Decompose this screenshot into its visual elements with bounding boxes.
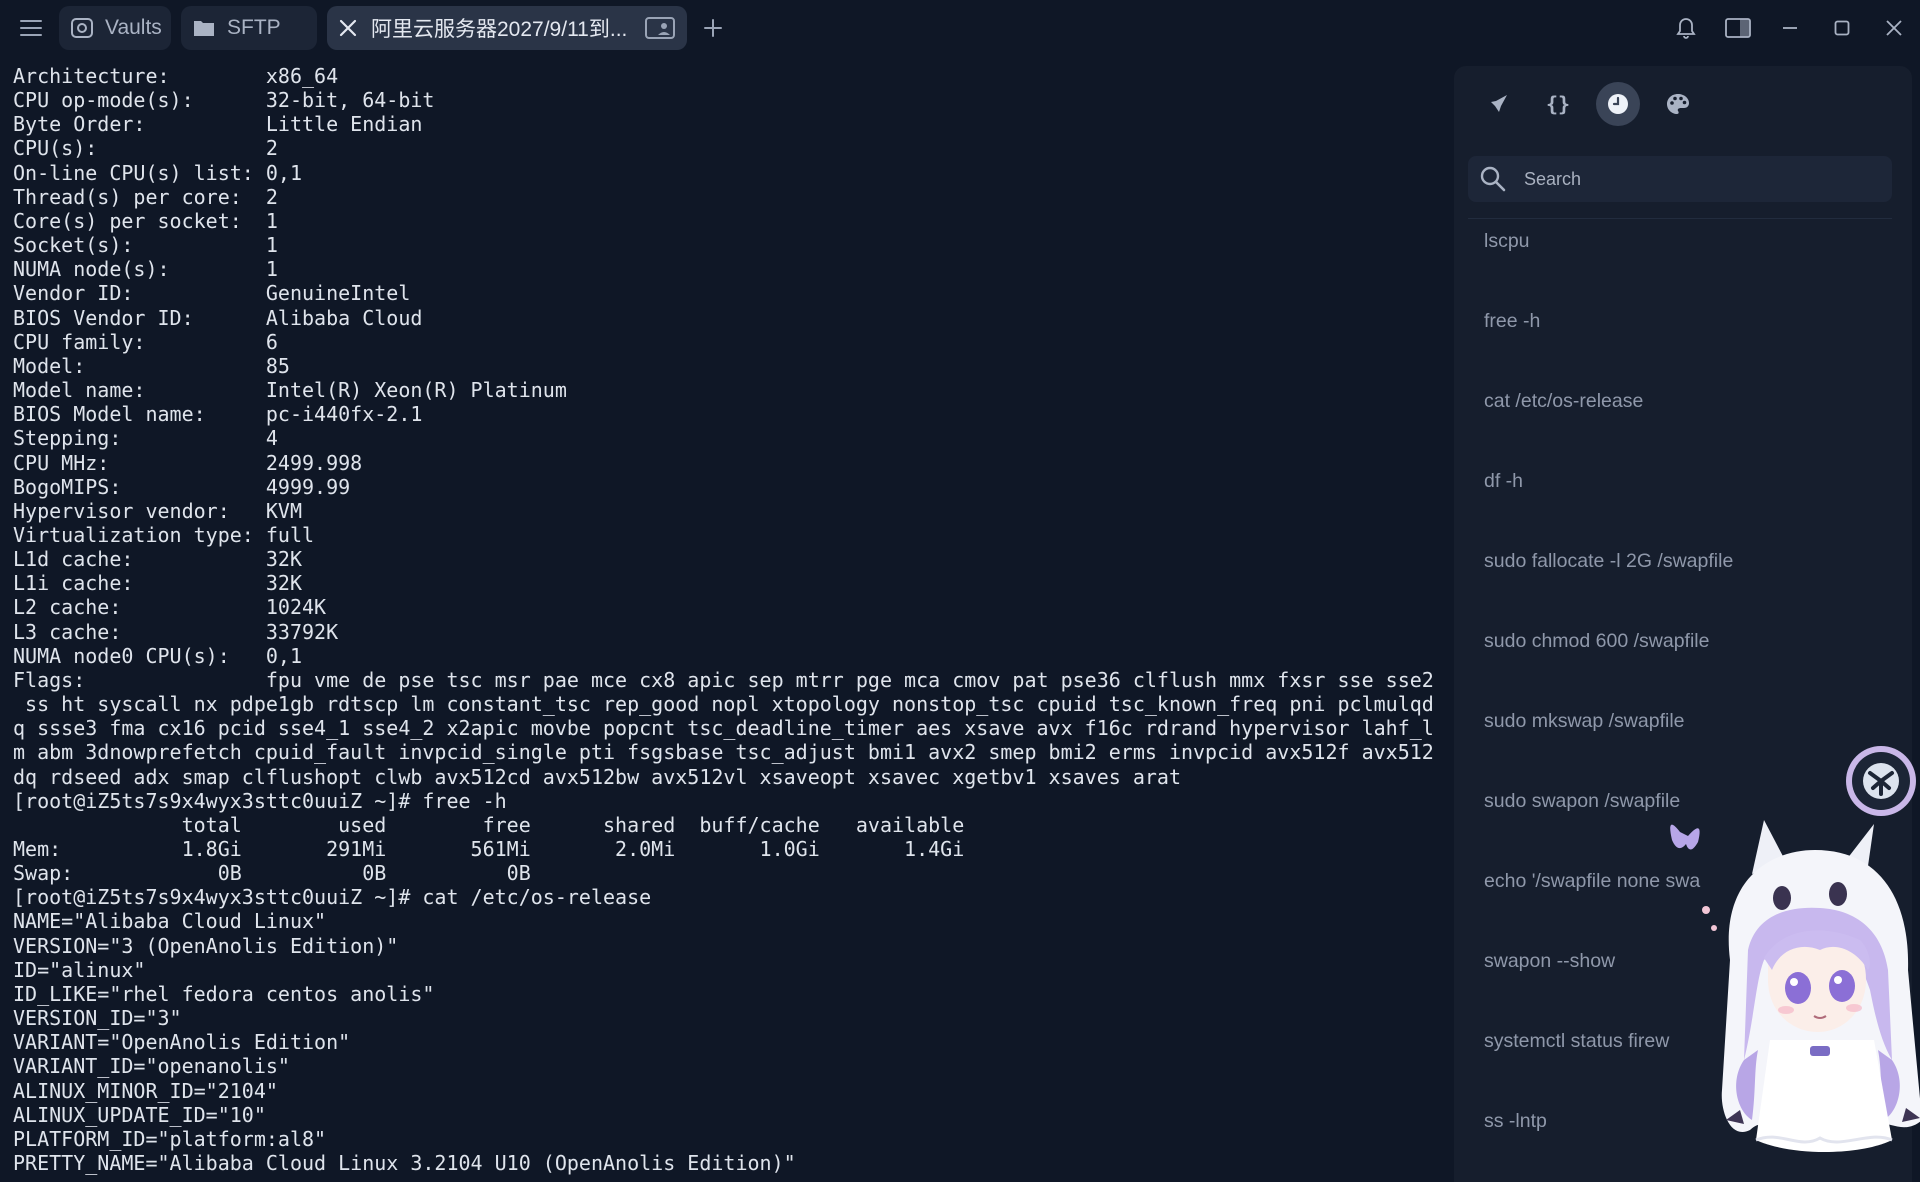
terminal-line: Stepping: 4 xyxy=(13,426,278,451)
history-command: sudo fallocate -l 2G /swapfile xyxy=(1484,550,1734,572)
history-item[interactable]: cat /etc/os-release xyxy=(1454,380,1912,460)
side-panel-tabs: {} xyxy=(1476,82,1716,126)
terminal-line: NUMA node0 CPU(s): 0,1 xyxy=(13,643,302,668)
terminal-line: NAME="Alibaba Cloud Linux" xyxy=(13,909,327,934)
terminal-line: PRETTY_NAME="Alibaba Cloud Linux 3.2104 … xyxy=(13,1151,796,1176)
close-icon[interactable] xyxy=(1868,0,1920,56)
terminal-line: CPU MHz: 2499.998 xyxy=(13,450,363,475)
history-item[interactable]: sudo chmod 600 /swapfile xyxy=(1454,620,1912,700)
terminal-line: VARIANT="OpenAnolis Edition" xyxy=(13,1030,351,1055)
braces-icon[interactable]: {} xyxy=(1536,82,1580,126)
palette-icon[interactable] xyxy=(1656,82,1700,126)
terminal-line: ALINUX_MINOR_ID="2104" xyxy=(13,1078,278,1103)
terminal-line: L1i cache: 32K xyxy=(13,571,302,596)
history-search xyxy=(1468,156,1892,202)
history-command: ss -lntp xyxy=(1484,1110,1547,1132)
terminal-line: CPU family: 6 xyxy=(13,329,278,354)
terminal-line: CPU(s): 2 xyxy=(13,136,278,161)
tab-label: 阿里云服务器2027/9/11到... xyxy=(371,18,628,41)
history-item[interactable]: sudo mkswap /swapfile xyxy=(1454,700,1912,780)
bell-icon[interactable] xyxy=(1660,0,1712,56)
terminal-line: ALINUX_UPDATE_ID="10" xyxy=(13,1102,266,1127)
terminal-line: total used free shared buff/cache availa… xyxy=(13,812,965,837)
terminal-user-icon xyxy=(645,17,675,39)
tab-label: Vaults xyxy=(105,16,162,39)
terminal-line: BIOS Model name: pc-i440fx-2.1 xyxy=(13,402,423,427)
history-item[interactable]: free -h xyxy=(1454,300,1912,380)
terminal-line: L3 cache: 33792K xyxy=(13,619,339,644)
terminal-line: ID_LIKE="rhel fedora centos anolis" xyxy=(13,981,435,1006)
tab-vaults[interactable]: Vaults xyxy=(59,6,171,50)
terminal-line: Model name: Intel(R) Xeon(R) Platinum xyxy=(13,378,567,403)
terminal-line: VERSION_ID="3" xyxy=(13,1006,182,1031)
close-tab-icon[interactable] xyxy=(339,19,357,37)
anime-mascot-image xyxy=(1660,810,1920,1170)
history-clock-icon[interactable] xyxy=(1596,82,1640,126)
terminal-line: Model: 85 xyxy=(13,353,290,378)
terminal-line: [root@iZ5ts7s9x4wyx3sttc0uuiZ ~]# cat /e… xyxy=(13,885,652,910)
history-command: sudo mkswap /swapfile xyxy=(1484,710,1685,732)
rocket-icon[interactable] xyxy=(1476,82,1520,126)
minimize-icon[interactable] xyxy=(1764,0,1816,56)
terminal-line: On-line CPU(s) list: 0,1 xyxy=(13,160,302,185)
terminal-line: Vendor ID: GenuineIntel xyxy=(13,281,411,306)
terminal-line: BogoMIPS: 4999.99 xyxy=(13,474,351,499)
tab-sftp[interactable]: SFTP xyxy=(181,6,317,50)
plus-icon[interactable] xyxy=(703,18,723,38)
terminal-line: Socket(s): 1 xyxy=(13,233,278,258)
terminal-line: Byte Order: Little Endian xyxy=(13,112,423,137)
window-controls xyxy=(1660,0,1920,56)
hamburger-icon[interactable] xyxy=(11,8,51,48)
terminal-line: Architecture: x86_64 xyxy=(13,64,339,88)
history-command: sudo swapon /swapfile xyxy=(1484,790,1681,812)
history-command: df -h xyxy=(1484,470,1524,492)
terminal-line: VARIANT_ID="openanolis" xyxy=(13,1054,290,1079)
history-command: free -h xyxy=(1484,310,1541,332)
terminal-line: CPU op-mode(s): 32-bit, 64-bit xyxy=(13,88,435,113)
history-item[interactable]: sudo fallocate -l 2G /swapfile xyxy=(1454,540,1912,620)
terminal-line: PLATFORM_ID="platform:al8" xyxy=(13,1126,327,1151)
history-command: systemctl status firew xyxy=(1484,1030,1670,1052)
terminal-line: Core(s) per socket: 1 xyxy=(13,208,278,233)
search-input[interactable] xyxy=(1522,167,1866,191)
history-command: lscpu xyxy=(1484,230,1530,252)
terminal-line: Virtualization type: full xyxy=(13,522,315,547)
tab-aliyun-server[interactable]: 阿里云服务器2027/9/11到... xyxy=(327,6,687,50)
terminal-line: Swap: 0B 0B 0B xyxy=(13,861,531,886)
history-item[interactable]: lscpu xyxy=(1454,220,1912,300)
split-panel-icon[interactable] xyxy=(1712,0,1764,56)
terminal-line: BIOS Vendor ID: Alibaba Cloud xyxy=(13,305,423,330)
tab-label: SFTP xyxy=(227,16,281,39)
assistant-avatar-button[interactable] xyxy=(1846,746,1916,816)
history-command: sudo chmod 600 /swapfile xyxy=(1484,630,1710,652)
title-bar: Vaults SFTP 阿里云服务器2027/9/11到... xyxy=(0,0,1920,56)
history-command: swapon --show xyxy=(1484,950,1616,972)
maximize-icon[interactable] xyxy=(1816,0,1868,56)
divider xyxy=(1468,218,1892,219)
folder-icon xyxy=(193,18,215,38)
terminal-line: ss ht syscall nx pdpe1gb rdtscp lm const… xyxy=(13,692,1434,717)
terminal-line: NUMA node(s): 1 xyxy=(13,257,278,282)
terminal-line: Hypervisor vendor: KVM xyxy=(13,498,302,523)
history-item[interactable]: df -h xyxy=(1454,460,1912,540)
terminal-line: Thread(s) per core: 2 xyxy=(13,184,278,209)
terminal-line: L2 cache: 1024K xyxy=(13,595,327,620)
terminal-text: Architecture: x86_64 CPU op-mode(s): 32-… xyxy=(0,56,1450,1175)
terminal-line: VERSION="3 (OpenAnolis Edition)" xyxy=(13,933,399,958)
terminal-line: [root@iZ5ts7s9x4wyx3sttc0uuiZ ~]# free -… xyxy=(13,788,507,813)
search-icon xyxy=(1480,166,1506,192)
terminal-line: dq rdseed adx smap clflushopt clwb avx51… xyxy=(13,764,1181,789)
terminal-line: m abm 3dnowprefetch cpuid_fault invpcid_… xyxy=(13,740,1434,765)
terminal-line: Mem: 1.8Gi 291Mi 561Mi 2.0Mi 1.0Gi 1.4Gi xyxy=(13,837,965,861)
terminal-line: ID="alinux" xyxy=(13,957,146,982)
history-command: cat /etc/os-release xyxy=(1484,390,1644,412)
vault-icon xyxy=(71,17,93,39)
terminal-line: q ssse3 fma cx16 pcid sse4_1 sse4_2 x2ap… xyxy=(13,716,1434,741)
terminal-line: L1d cache: 32K xyxy=(13,547,302,572)
terminal-output[interactable]: Architecture: x86_64 CPU op-mode(s): 32-… xyxy=(0,56,1450,1182)
terminal-line: Flags: fpu vme de pse tsc msr pae mce cx… xyxy=(13,667,1434,692)
